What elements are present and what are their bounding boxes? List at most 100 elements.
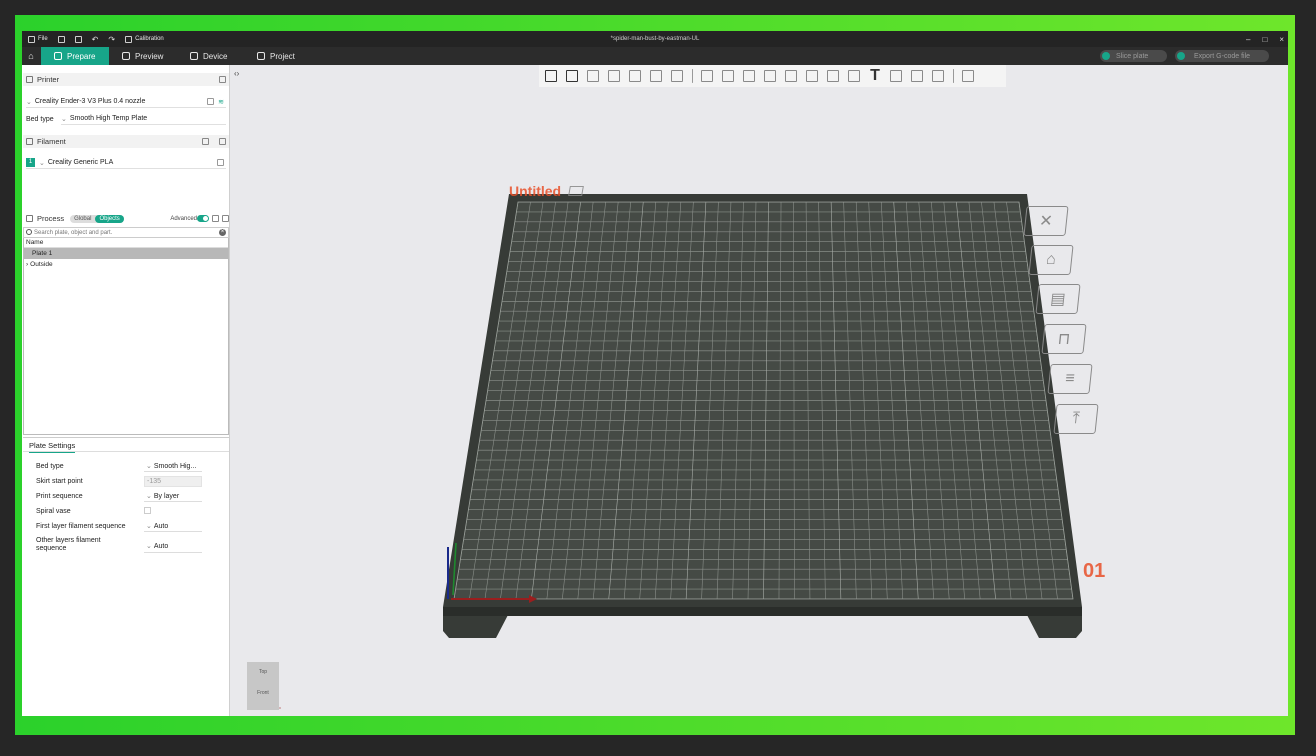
rotate-icon[interactable] [719,67,737,85]
screen-frame-top [0,0,1316,15]
chevron-right-icon[interactable]: › [26,261,28,268]
split-parts-icon[interactable] [647,67,665,85]
process-settings-icon[interactable] [222,215,229,222]
split-objects-icon[interactable] [626,67,644,85]
delete-plate-icon[interactable]: ✕ [1023,206,1069,236]
move-icon[interactable] [698,67,716,85]
search-icon [26,229,32,235]
navcube-top-face[interactable]: Top [247,669,279,675]
clear-search-icon[interactable]: × [219,229,226,236]
skirt-start-input[interactable]: -135 [144,476,202,487]
first-layer-sequence-select[interactable]: ⌄ Auto [144,521,202,532]
object-list-header: Name [24,238,228,248]
support-painting-icon[interactable] [824,67,842,85]
add-object-icon[interactable] [542,67,560,85]
mode-objects[interactable]: Objects [95,214,124,223]
assembly-icon[interactable] [929,67,947,85]
seam-painting-icon[interactable] [845,67,863,85]
3d-viewport[interactable]: ‹› T Untitled 01 ✕ ⌂ ▤ ⊓ ≡ ⤒ Top Front [231,65,1288,716]
wifi-icon[interactable]: ≋ [218,98,224,106]
filament-select[interactable]: 1 ⌄ Creality Generic PLA [26,157,226,169]
tab-prepare-label: Prepare [67,51,96,61]
plate-settings-icon[interactable]: ≡ [1047,364,1093,394]
printer-heading: Printer [37,75,60,84]
mesh-boolean-icon[interactable] [803,67,821,85]
tab-project[interactable]: Project [257,47,295,65]
close-button[interactable]: × [1279,35,1284,44]
home-button[interactable]: ⌂ [22,47,40,65]
setting-label: Print sequence [36,493,83,500]
undo-icon[interactable]: ↶ [92,35,99,44]
edit-icon[interactable] [217,159,224,166]
compare-icon[interactable] [212,215,219,222]
print-sequence-select[interactable]: ⌄ By layer [144,491,202,502]
printer-settings-icon[interactable] [219,76,226,83]
filament-settings-icon[interactable] [219,138,226,145]
list-item-label: Outside [30,261,53,268]
bed-type-select[interactable]: ⌄ Smooth High Temp Plate [61,114,226,125]
plate-name-label[interactable]: Untitled [509,183,584,199]
export-gcode-button[interactable]: Export G-code file [1175,50,1269,62]
tab-prepare[interactable]: Prepare [41,47,109,65]
advanced-toggle[interactable] [197,215,209,222]
add-filament-icon[interactable] [202,138,209,145]
export-icon [1177,52,1185,60]
search-placeholder: Search plate, object and part. [34,229,113,236]
minimize-button[interactable]: – [1246,35,1250,44]
layers-editing-icon[interactable] [668,67,686,85]
plate-name-text: Untitled [509,183,562,199]
toolbar-divider [950,67,956,85]
setting-label: Spiral vase [36,508,71,515]
object-search-input[interactable]: Search plate, object and part. × [23,227,229,238]
color-painting-icon[interactable] [887,67,905,85]
orient-plate-icon[interactable]: ▤ [1035,284,1081,314]
slice-plate-label: Slice plate [1116,52,1149,60]
list-item[interactable]: Plate 1 [24,248,228,259]
lock-plate-icon[interactable]: ⊓ [1041,324,1087,354]
move-plate-up-icon[interactable]: ⤒ [1053,404,1099,434]
cut-icon[interactable] [782,67,800,85]
calibration-menu[interactable]: Calibration [125,35,164,43]
collapse-sidebar-button[interactable]: ‹› [234,69,239,78]
measure-icon[interactable] [908,67,926,85]
calibration-icon [125,35,133,43]
mode-global[interactable]: Global [70,215,95,223]
save-icon[interactable] [74,35,82,43]
screen-frame-left [0,15,15,735]
menu-icon[interactable] [57,35,65,43]
process-mode-toggle[interactable]: Global Objects [70,214,124,223]
tab-preview[interactable]: Preview [122,47,163,65]
orient-icon[interactable] [584,67,602,85]
lay-on-face-icon[interactable] [761,67,779,85]
setting-label: First layer filament sequence [36,523,126,530]
plate-settings-panel: Plate Settings Bed type ⌄ Smooth Hig... S… [23,437,229,716]
bed-type-setting-select[interactable]: ⌄ Smooth Hig... [144,461,202,472]
add-plate-icon[interactable] [563,67,581,85]
arrange-icon[interactable] [605,67,623,85]
edit-plate-name-icon[interactable] [568,186,584,196]
spiral-vase-checkbox[interactable] [144,507,151,514]
process-icon [26,215,33,222]
slice-plate-button[interactable]: Slice plate [1100,50,1167,62]
tab-device[interactable]: Device [190,47,227,65]
maximize-button[interactable]: □ [1262,35,1267,44]
printer-select[interactable]: ⌄ Creality Ender-3 V3 Plus 0.4 nozzle ≋ [26,96,226,108]
layers-icon [122,52,130,60]
bed-type-setting: Bed type ⌄ Smooth Hig... [36,461,226,472]
bed-type-row: Bed type ⌄ Smooth High Temp Plate [26,113,226,125]
build-plate[interactable] [231,65,1288,716]
other-layers-sequence-select[interactable]: ⌄ Auto [144,542,202,553]
edit-icon[interactable] [207,98,214,105]
printer-icon [26,76,33,83]
variable-layer-icon[interactable] [959,67,977,85]
file-menu[interactable]: File [28,35,48,43]
arrange-plate-icon[interactable]: ⌂ [1028,245,1074,275]
text-icon[interactable]: T [866,67,884,85]
list-item[interactable]: › Outside [24,259,228,270]
setting-value: By layer [153,492,180,500]
bed-type-label: Bed type [26,115,54,123]
view-navigation-cube[interactable]: Top Front [247,662,279,710]
scale-icon[interactable] [740,67,758,85]
redo-icon[interactable]: ↷ [108,35,115,44]
navcube-front-face[interactable]: Front [247,690,279,696]
